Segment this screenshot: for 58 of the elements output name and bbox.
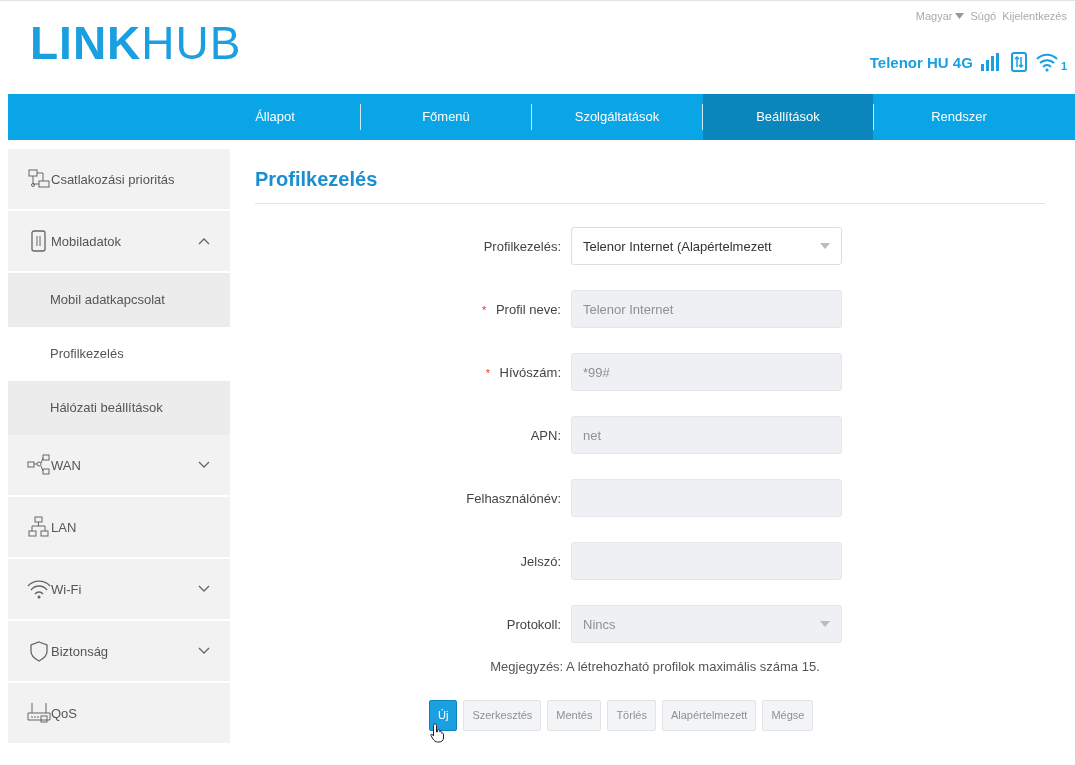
field-label: Jelszó:	[520, 553, 561, 569]
network-icon	[27, 168, 51, 190]
caret-icon	[820, 621, 830, 627]
nav-tab[interactable]: Főmenü	[361, 94, 531, 140]
sidebar-item-label: Mobiladatok	[51, 233, 123, 249]
page-title: Profilkezelés	[255, 168, 1045, 204]
field-label: Hívószám:	[499, 364, 561, 380]
sidebar-item-label: Csatlakozási prioritás	[51, 171, 176, 187]
sidebar-subitem[interactable]: Mobil adatkapcsolat	[8, 273, 230, 327]
sidebar-item[interactable]: LAN	[8, 497, 230, 557]
network-icon	[27, 454, 51, 476]
chevron-icon	[198, 585, 210, 593]
sidebar-item-label: Wi-Fi	[51, 581, 83, 597]
dropdown-value: Nincs	[583, 616, 616, 632]
logo: LINKHUB	[30, 17, 242, 69]
chevron-icon	[198, 461, 210, 469]
sidebar-item[interactable]: Mobiladatok	[8, 211, 230, 271]
dropdown-value: Telenor Internet (Alapértelmezett	[583, 238, 772, 254]
sidebar-item-label: WAN	[51, 457, 82, 473]
sidebar-item[interactable]: QoS	[8, 683, 230, 743]
sidebar-item[interactable]: Csatlakozási prioritás	[8, 149, 230, 209]
note-text: Megjegyzés: A létrehozható profilok maximális száma 15.	[489, 659, 821, 674]
sidebar-item[interactable]: Wi-Fi	[8, 559, 230, 619]
sidebar-item-label: LAN	[51, 519, 78, 535]
language-link[interactable]: Magyar	[915, 10, 953, 22]
field-label: Felhasználónév:	[466, 490, 561, 506]
chevron-icon	[198, 237, 210, 245]
field-label: APN:	[530, 427, 561, 443]
chevron-icon	[198, 647, 210, 655]
wifi-icon	[27, 578, 51, 600]
sidebar-item-label: QoS	[51, 705, 78, 721]
sim-icon	[1010, 52, 1027, 72]
network-icon	[27, 702, 51, 724]
field-label: Profilkezelés:	[483, 238, 561, 254]
logout-link[interactable]: Kijelentkezés	[1002, 10, 1067, 22]
operator-name: Telenor HU 4G	[869, 53, 973, 71]
network-icon	[27, 516, 51, 538]
wifi-icon	[1034, 52, 1059, 72]
field-label: Profil neve:	[495, 301, 561, 317]
nav-tab[interactable]: Állapot	[190, 94, 360, 140]
sidebar-item[interactable]: Biztonság	[8, 621, 230, 681]
nav-tab[interactable]: Szolgáltatások	[532, 94, 702, 140]
hand-cursor-icon	[430, 723, 446, 743]
sidebar-subitem[interactable]: Hálózati beállítások	[8, 381, 230, 435]
action-button[interactable]: Új	[429, 700, 458, 731]
required-mark: *	[482, 303, 487, 316]
help-link[interactable]: Súgó	[970, 10, 997, 22]
required-mark: *	[485, 366, 490, 379]
caret-icon	[820, 243, 830, 249]
nav-tab[interactable]: Rendszer	[874, 94, 1044, 140]
sidebar-item-label: Biztonság	[51, 643, 110, 659]
shield-icon	[27, 640, 51, 662]
sidebar-item[interactable]: WAN	[8, 435, 230, 495]
nav-tab[interactable]: Beállítások	[703, 94, 873, 140]
dropdown-field[interactable]: Telenor Internet (Alapértelmezett	[571, 227, 842, 265]
caret-icon	[955, 13, 965, 19]
field-label: Protokoll:	[506, 616, 561, 632]
client-count: 1	[1060, 60, 1067, 72]
